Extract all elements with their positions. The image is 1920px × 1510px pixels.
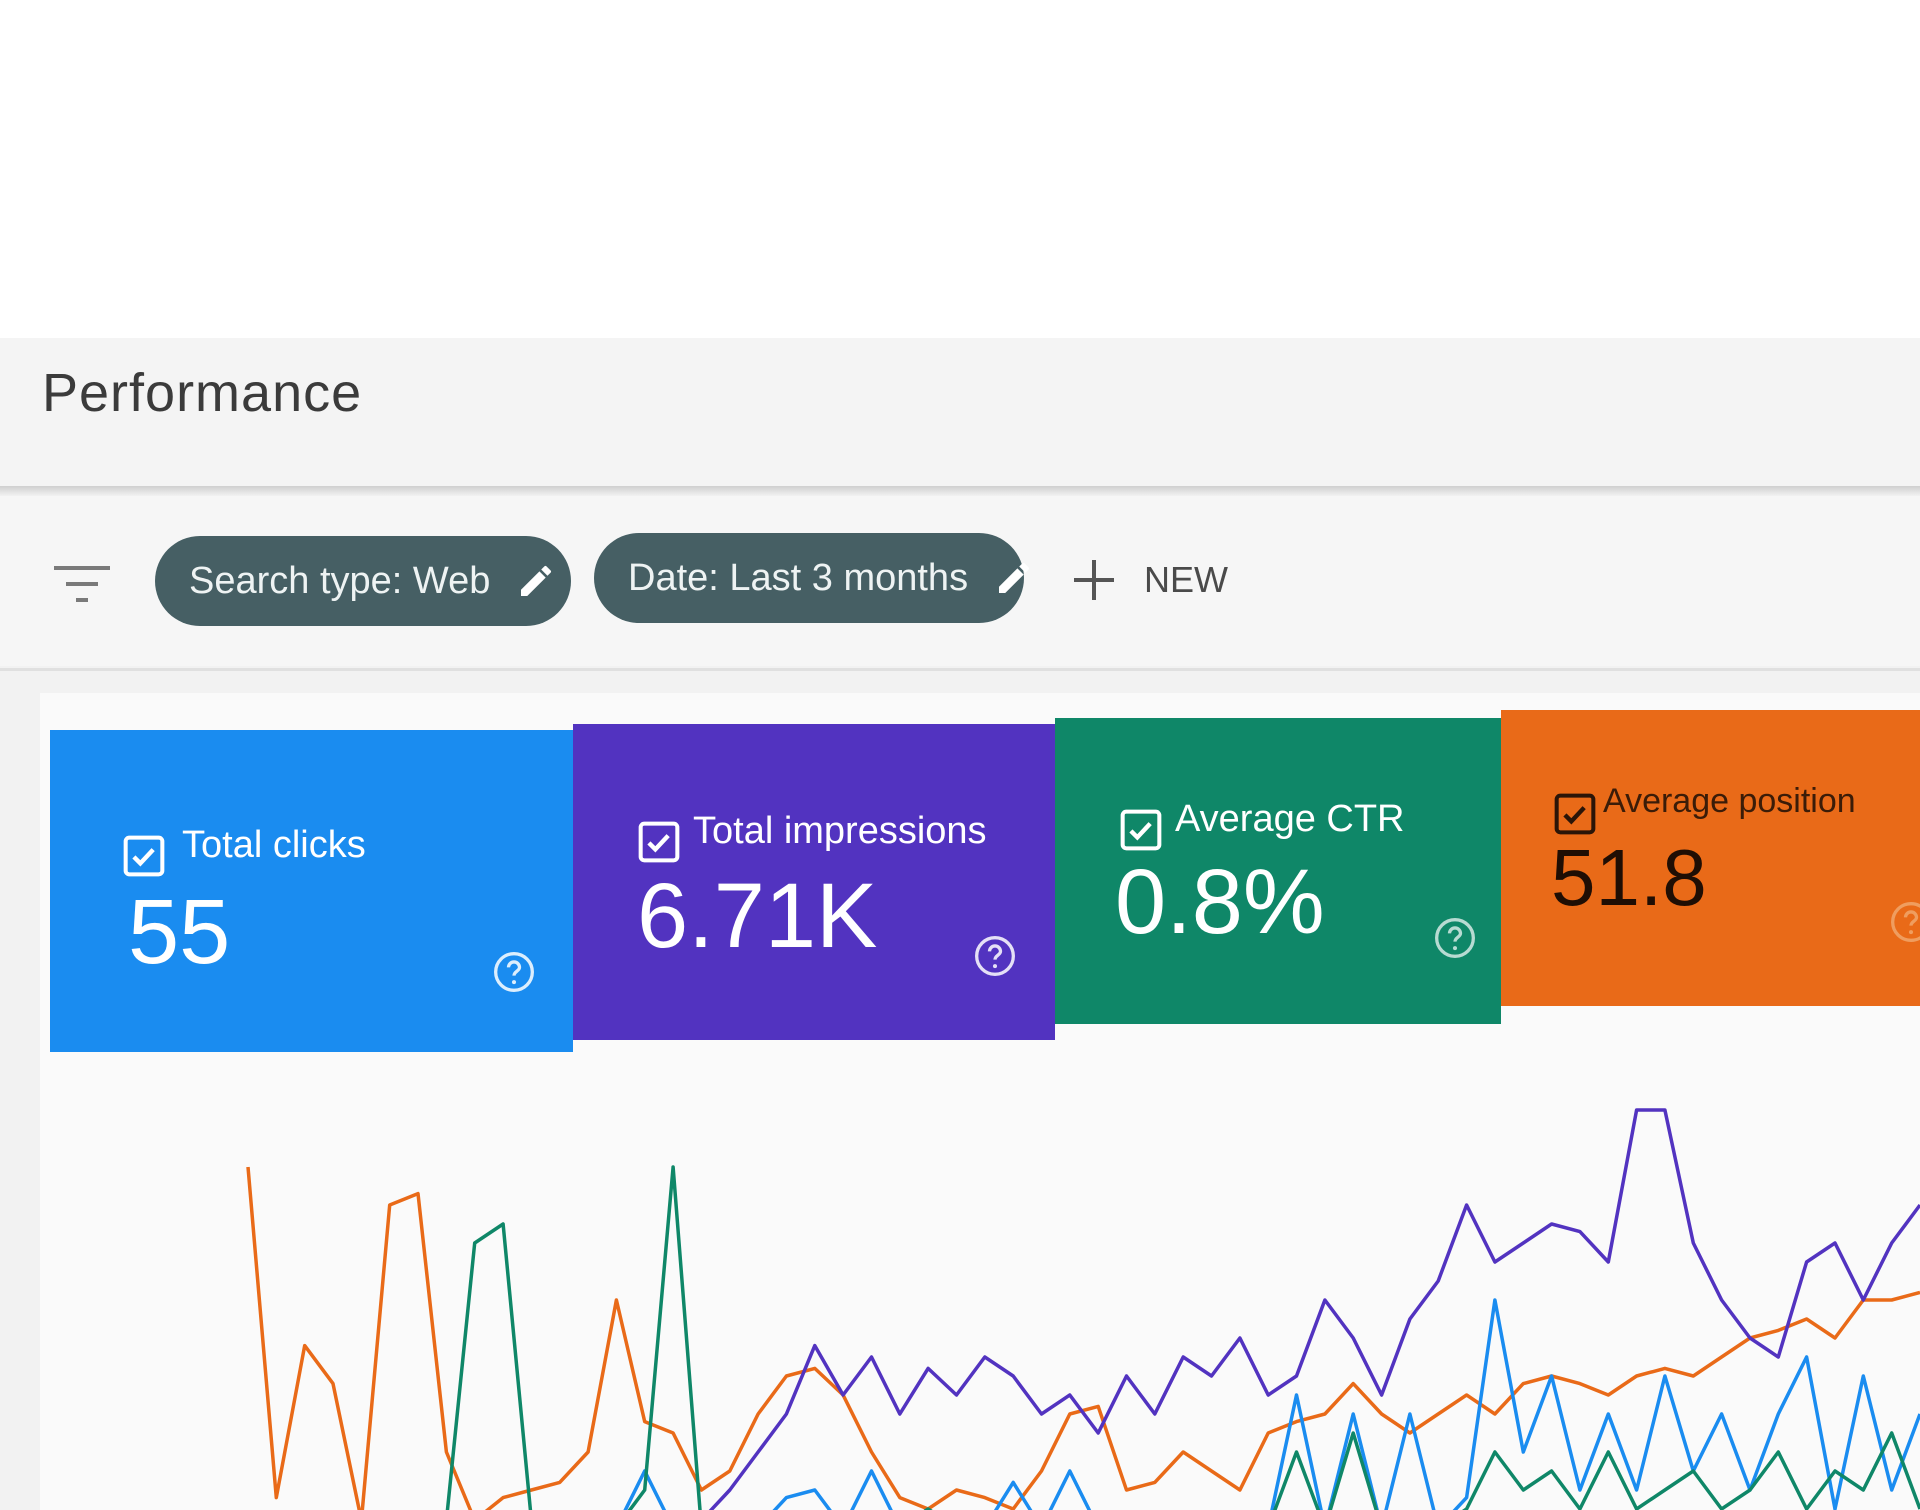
page-header: Performance [0, 338, 1920, 488]
help-icon[interactable] [973, 934, 1017, 978]
filter-list-icon[interactable] [54, 562, 110, 606]
series-line-1 [708, 1108, 1920, 1510]
search-type-chip-label: Search type: Web [189, 559, 491, 602]
help-icon[interactable] [1889, 900, 1920, 944]
metric-value: 6.71K [637, 865, 878, 967]
metric-card-total-clicks[interactable]: Total clicks 55 [50, 730, 573, 1052]
pencil-icon[interactable] [994, 558, 1034, 598]
metric-card-average-position[interactable]: Average position 51.8 [1501, 710, 1920, 1006]
header-shadow [0, 486, 1920, 496]
date-range-chip-label: Date: Last 3 months [628, 556, 969, 599]
screen: Performance Search type: Web Date: Last … [0, 338, 1920, 1510]
page-title: Performance [42, 363, 363, 423]
series-line-2 [623, 1298, 1920, 1510]
checkbox-checked-icon[interactable] [1553, 792, 1597, 836]
help-icon[interactable] [492, 950, 536, 994]
metric-label: Total clicks [182, 824, 366, 866]
pencil-icon[interactable] [516, 561, 556, 601]
metric-label: Total impressions [693, 810, 987, 852]
metric-value: 51.8 [1551, 833, 1707, 922]
metric-cards: Total clicks 55 Total impressions 6.71K [50, 710, 1920, 1052]
line-chart [246, 1108, 1920, 1510]
metric-label: Average position [1603, 782, 1856, 820]
performance-chart [58, 1058, 1920, 1510]
blank-area [0, 0, 1920, 338]
new-filter-label: NEW [1144, 559, 1228, 600]
date-range-chip[interactable]: Date: Last 3 months [594, 533, 1030, 623]
help-icon[interactable] [1433, 916, 1477, 960]
checkbox-checked-icon[interactable] [1119, 808, 1163, 852]
checkbox-checked-icon[interactable] [122, 834, 166, 878]
toolbar-divider [0, 668, 1920, 671]
series-line-0 [246, 1166, 1920, 1510]
new-filter-button[interactable]: NEW [1072, 552, 1228, 608]
series-line-3 [445, 1165, 1920, 1510]
checkbox-checked-icon[interactable] [637, 820, 681, 864]
metric-label: Average CTR [1175, 798, 1405, 840]
metric-value: 0.8% [1115, 851, 1325, 953]
search-type-chip[interactable]: Search type: Web [155, 536, 571, 626]
metric-value: 55 [128, 881, 231, 983]
plus-icon [1074, 560, 1114, 600]
metric-card-total-impressions[interactable]: Total impressions 6.71K [573, 724, 1055, 1040]
metric-card-average-ctr[interactable]: Average CTR 0.8% [1055, 718, 1501, 1024]
